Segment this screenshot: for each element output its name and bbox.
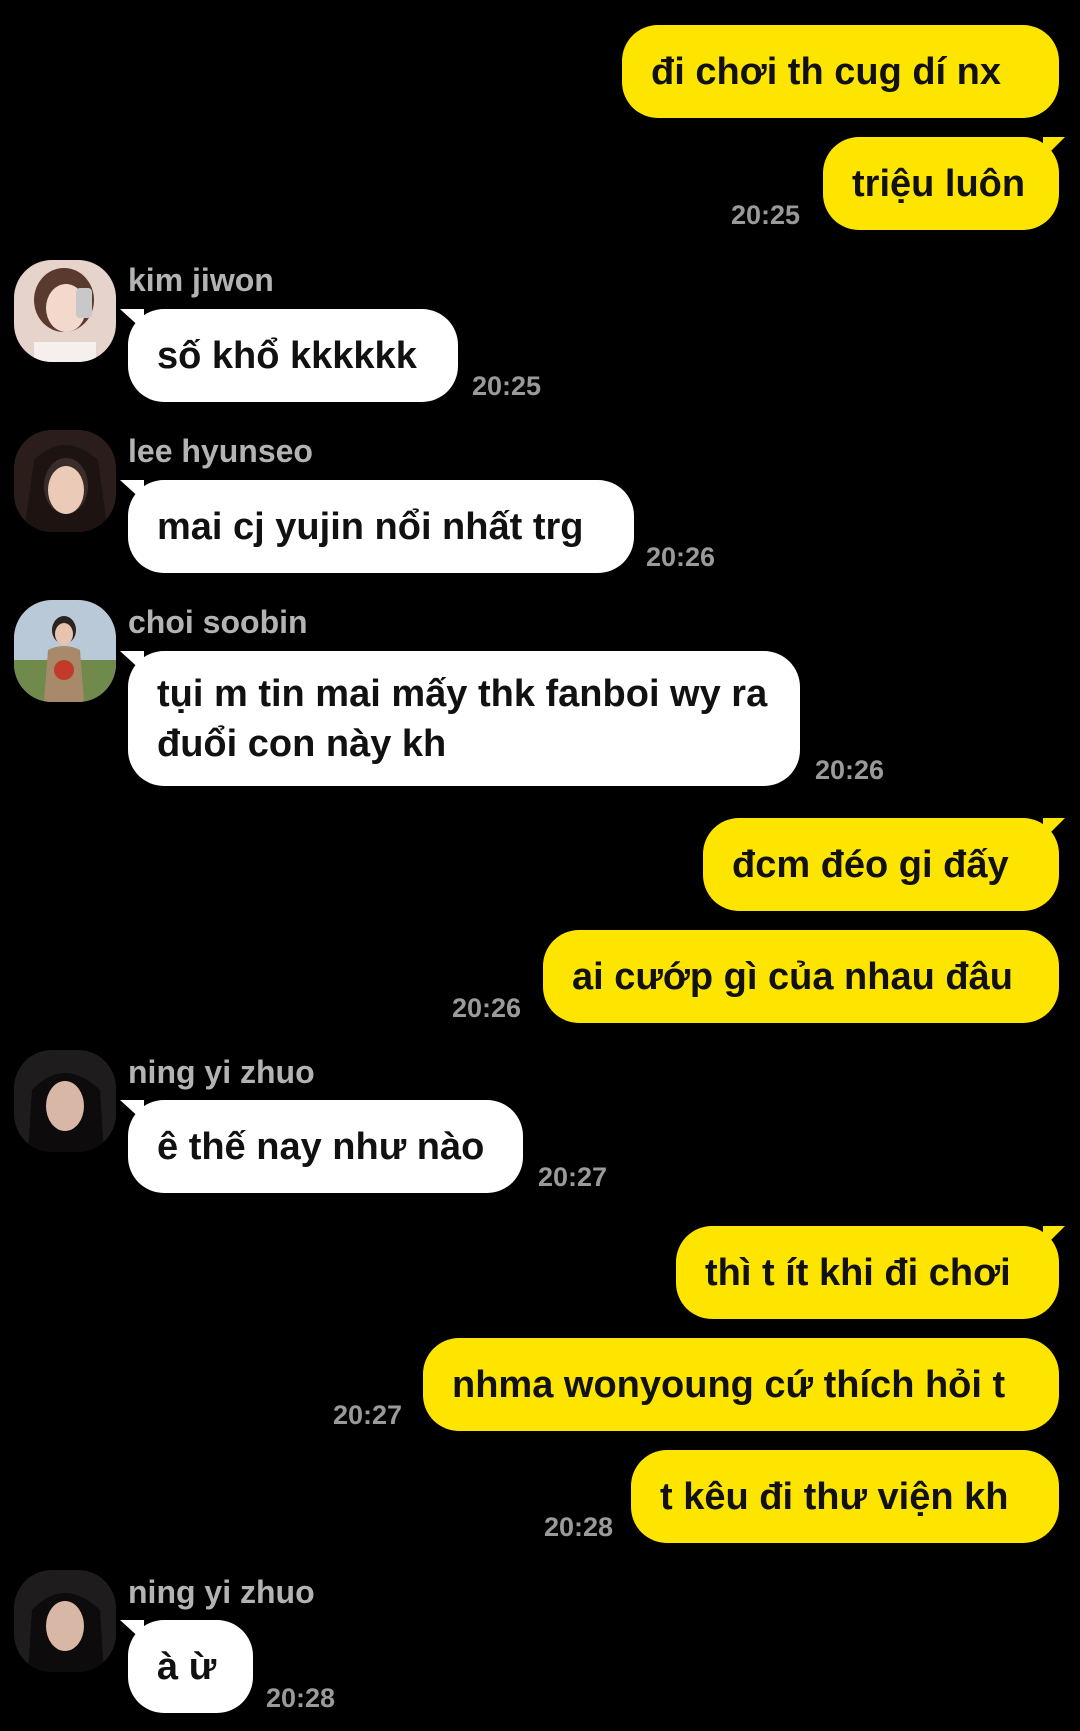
incoming-message-bubble[interactable]: tụi m tin mai mấy thk fanboi wy ra đuổi … [120, 651, 800, 786]
message-timestamp: 20:27 [538, 1162, 608, 1192]
incoming-message-bubble[interactable]: ê thế nay như nào [120, 1100, 523, 1193]
sender-name: ning yi zhuo [128, 1574, 315, 1610]
message-text: đcm đéo gi đấy [732, 843, 1009, 886]
message-text: ê thế nay như nào [157, 1125, 485, 1168]
incoming-message-bubble[interactable]: à ừ [120, 1620, 253, 1713]
message-text: nhma wonyoung cứ thích hỏi t [452, 1363, 1006, 1406]
message-text: t kêu đi thư viện kh [660, 1475, 1009, 1518]
message-timestamp: 20:25 [472, 371, 542, 401]
message-timestamp: 20:28 [544, 1512, 614, 1542]
incoming-message-bubble[interactable]: số khổ kkkkkk [120, 309, 458, 402]
message-timestamp: 20:26 [815, 755, 885, 785]
outgoing-message-bubble[interactable]: t kêu đi thư viện kh [631, 1450, 1059, 1543]
sender-name: choi soobin [128, 604, 308, 640]
sender-name: ning yi zhuo [128, 1054, 315, 1090]
avatar[interactable] [14, 1570, 116, 1672]
avatar[interactable] [14, 260, 116, 362]
sender-name: kim jiwon [128, 262, 274, 298]
outgoing-message-bubble[interactable]: triệu luôn [823, 137, 1065, 230]
message-text: số khổ kkkkkk [157, 334, 417, 377]
avatar[interactable] [14, 430, 116, 532]
message-text: triệu luôn [852, 162, 1026, 205]
outgoing-message-bubble[interactable]: đcm đéo gi đấy [703, 818, 1065, 911]
sender-name: lee hyunseo [128, 433, 313, 469]
message-text: thì t ít khi đi chơi [705, 1251, 1011, 1294]
message-timestamp: 20:27 [333, 1400, 403, 1430]
outgoing-message-bubble[interactable]: ai cướp gì của nhau đâu [543, 930, 1059, 1023]
message-timestamp: 20:28 [266, 1683, 336, 1713]
message-text: đi chơi th cug dí nx [651, 50, 1002, 93]
message-text: tụi m tin mai mấy thk fanboi wy ra đuổi … [157, 672, 768, 765]
outgoing-message-bubble[interactable]: đi chơi th cug dí nx [622, 25, 1059, 118]
avatar[interactable] [14, 1050, 116, 1152]
message-text: mai cj yujin nổi nhất trg [157, 505, 584, 548]
message-timestamp: 20:25 [731, 200, 801, 230]
outgoing-message-bubble[interactable]: thì t ít khi đi chơi [676, 1226, 1065, 1319]
avatar[interactable] [14, 600, 116, 702]
message-text: à ừ [157, 1645, 217, 1688]
message-text: ai cướp gì của nhau đâu [572, 955, 1013, 998]
incoming-message-bubble[interactable]: mai cj yujin nổi nhất trg [120, 480, 634, 573]
outgoing-message-bubble[interactable]: nhma wonyoung cứ thích hỏi t [423, 1338, 1059, 1431]
message-timestamp: 20:26 [452, 993, 522, 1023]
message-timestamp: 20:26 [646, 542, 716, 572]
